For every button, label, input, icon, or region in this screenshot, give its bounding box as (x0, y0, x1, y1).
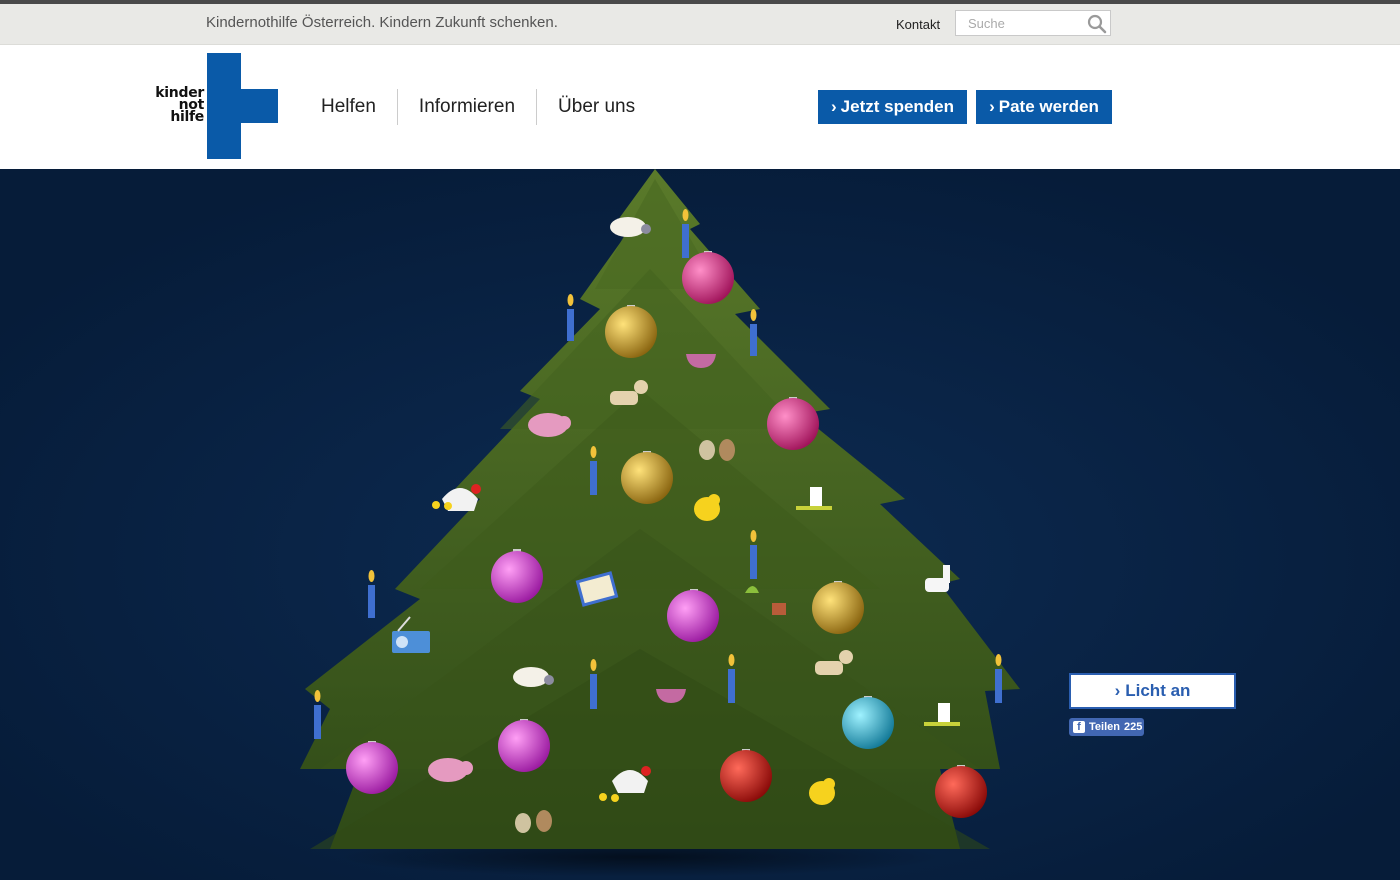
jetzt-spenden-label: Jetzt spenden (840, 97, 955, 116)
chevron-right-icon: › (830, 97, 837, 116)
search-icon[interactable] (1086, 13, 1108, 35)
share-label: Teilen (1089, 721, 1120, 733)
site-tagline: Kindernothilfe Österreich. Kindern Zukun… (206, 14, 558, 31)
nav-item-ueber-uns[interactable]: Über uns (537, 89, 656, 125)
main-nav: Helfen Informieren Über uns (300, 89, 656, 125)
pate-werden-label: Pate werden (998, 97, 1099, 116)
christmas-tree-illustration (0, 169, 1400, 880)
logo-word-hilfe: hilfe (170, 109, 204, 125)
search-box (955, 10, 1111, 36)
facebook-share-button[interactable]: f Teilen 225 (1069, 718, 1144, 736)
share-count: 225 (1123, 721, 1143, 733)
nav-item-helfen[interactable]: Helfen (300, 89, 397, 125)
facebook-icon: f (1073, 721, 1085, 733)
chevron-right-icon: › (1114, 681, 1121, 700)
logo-cross-horizontal (207, 89, 278, 123)
site-header: kinder not hilfe Helfen Informieren Über… (0, 45, 1400, 169)
search-input[interactable] (956, 11, 1086, 35)
nav-item-informieren[interactable]: Informieren (398, 89, 536, 125)
christmas-tree-stage: › Licht an f Teilen 225 (0, 169, 1400, 880)
kontakt-link[interactable]: Kontakt (896, 17, 940, 32)
licht-an-label: Licht an (1125, 681, 1191, 700)
chevron-right-icon: › (989, 97, 995, 116)
pate-werden-button[interactable]: › Pate werden (976, 90, 1112, 124)
logo-wordmark: kinder not hilfe (155, 86, 204, 125)
jetzt-spenden-button[interactable]: › Jetzt spenden (818, 90, 967, 124)
kindernothilfe-logo[interactable]: kinder not hilfe (150, 53, 280, 161)
top-bar: Kindernothilfe Österreich. Kindern Zukun… (0, 4, 1400, 45)
licht-an-button[interactable]: › Licht an (1069, 673, 1236, 709)
